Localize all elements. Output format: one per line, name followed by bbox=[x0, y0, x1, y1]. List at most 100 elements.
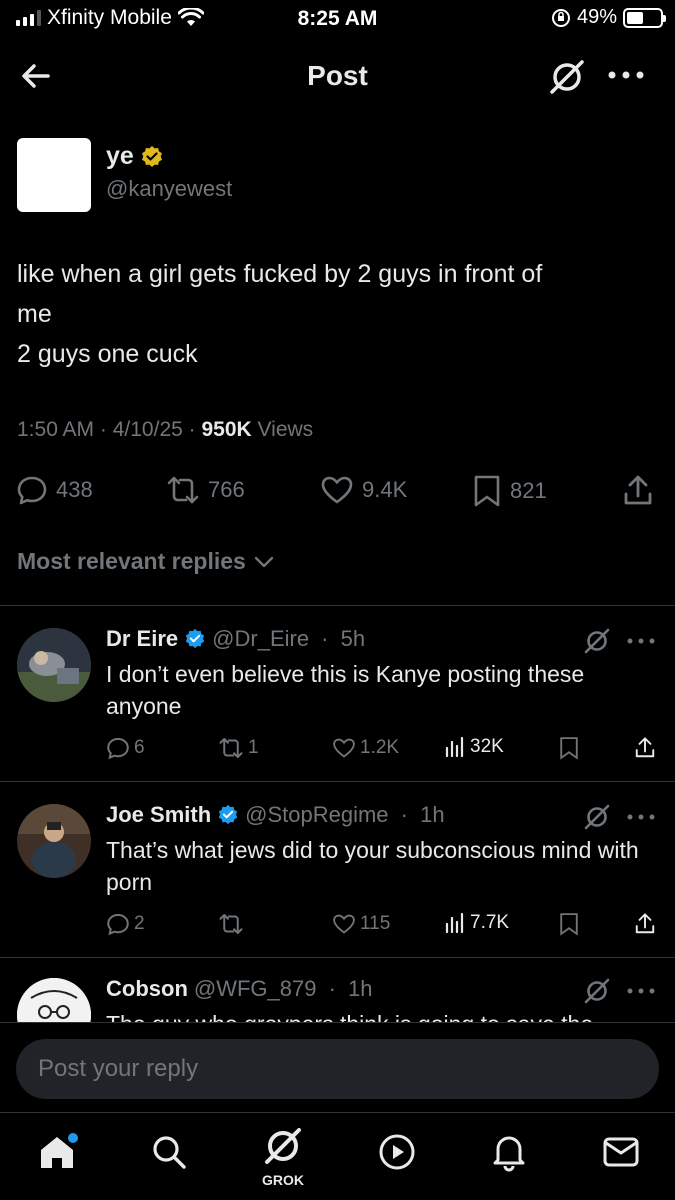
views-button[interactable]: 32K bbox=[444, 736, 504, 758]
reply-actions: 2 115 7.7K bbox=[0, 912, 675, 942]
post-text: like when a girl gets fucked by 2 guys i… bbox=[17, 254, 647, 374]
post-date: 4/10/25 bbox=[112, 418, 183, 441]
chevron-down-icon bbox=[254, 556, 274, 567]
like-button[interactable]: 115 bbox=[332, 912, 390, 936]
avatar-image bbox=[17, 628, 91, 702]
more-icon[interactable] bbox=[626, 636, 656, 646]
like-button[interactable]: 1.2K bbox=[332, 736, 399, 760]
like-count: 115 bbox=[360, 913, 391, 934]
heart-icon bbox=[321, 476, 353, 504]
back-arrow-icon[interactable] bbox=[18, 58, 54, 94]
more-icon[interactable] bbox=[626, 986, 656, 996]
reply-button[interactable]: 2 bbox=[106, 912, 145, 936]
reply-author-handle[interactable]: @StopRegime bbox=[245, 802, 388, 828]
views-count: 32K bbox=[470, 736, 504, 757]
reply-author-name[interactable]: Joe Smith bbox=[106, 802, 211, 828]
reply-icon bbox=[107, 738, 129, 760]
reply-item[interactable]: Dr Eire @Dr_Eire · 5h I don’t even belie… bbox=[0, 606, 675, 782]
bell-icon bbox=[493, 1136, 525, 1172]
repost-icon bbox=[219, 738, 243, 758]
reply-item[interactable]: Joe Smith @StopRegime · 1h That’s what j… bbox=[0, 782, 675, 958]
reply-icon bbox=[17, 476, 47, 505]
meta-separator: · bbox=[182, 418, 202, 441]
nav-home[interactable] bbox=[32, 1127, 82, 1177]
sort-replies-dropdown[interactable]: Most relevant replies bbox=[17, 548, 276, 575]
header: Post bbox=[0, 40, 675, 112]
nav-video[interactable] bbox=[372, 1127, 422, 1177]
avatar[interactable] bbox=[17, 804, 91, 878]
post-text-line: like when a girl gets fucked by 2 guys i… bbox=[17, 260, 543, 288]
share-icon bbox=[635, 737, 655, 758]
avatar[interactable] bbox=[17, 978, 91, 1022]
reply-author-name[interactable]: Cobson bbox=[106, 976, 188, 1002]
share-icon bbox=[624, 475, 652, 505]
grok-icon[interactable] bbox=[546, 56, 588, 98]
repost-icon bbox=[167, 476, 199, 504]
reply-time: 1h bbox=[420, 802, 445, 827]
search-icon bbox=[153, 1136, 186, 1169]
verified-blue-icon bbox=[185, 628, 205, 649]
bottom-nav bbox=[0, 1112, 675, 1200]
heart-icon bbox=[333, 914, 355, 934]
sort-label: Most relevant replies bbox=[17, 548, 246, 574]
reply-time: 1h bbox=[348, 976, 373, 1001]
status-bar: Xfinity Mobile 8:25 AM 49% bbox=[0, 0, 675, 40]
reply-author-handle[interactable]: @Dr_Eire bbox=[212, 626, 309, 652]
bookmark-button[interactable]: 821 bbox=[472, 474, 547, 508]
like-button[interactable]: 9.4K bbox=[320, 474, 407, 506]
views-count: 7.7K bbox=[470, 912, 510, 933]
grok-icon[interactable] bbox=[582, 626, 612, 656]
reply-author-handle[interactable]: @WFG_879 bbox=[194, 976, 317, 1002]
reply-count: 2 bbox=[134, 913, 145, 934]
grok-icon[interactable] bbox=[582, 802, 612, 832]
reply-actions: 6 1 1.2K 32K bbox=[0, 736, 675, 766]
battery-level bbox=[627, 11, 643, 24]
reply-text: The guy who groypers think is going to s… bbox=[106, 1008, 656, 1022]
grok-icon[interactable] bbox=[582, 976, 612, 1006]
reply-author-name[interactable]: Dr Eire bbox=[106, 626, 178, 652]
repost-button[interactable]: 766 bbox=[166, 474, 245, 506]
nav-messages[interactable] bbox=[596, 1127, 646, 1177]
like-count: 9.4K bbox=[362, 477, 408, 502]
share-button[interactable] bbox=[634, 912, 656, 936]
reply-button[interactable]: 438 bbox=[16, 474, 93, 506]
battery-icon bbox=[623, 7, 666, 28]
share-button[interactable] bbox=[622, 474, 654, 508]
repost-button[interactable]: 1 bbox=[218, 736, 259, 760]
repost-count: 1 bbox=[248, 737, 259, 758]
reply-button[interactable]: 6 bbox=[106, 736, 145, 760]
repost-button[interactable] bbox=[218, 912, 244, 936]
reply-count: 6 bbox=[134, 737, 145, 758]
nav-grok[interactable] bbox=[258, 1121, 308, 1171]
reply-text: That’s what jews did to your subconsciou… bbox=[106, 837, 639, 895]
meta-separator: · bbox=[322, 976, 343, 1001]
post-meta: 1:50 AM · 4/10/25 · 950K Views bbox=[17, 418, 313, 442]
meta-separator: · bbox=[315, 626, 335, 651]
author-handle[interactable]: @kanyewest bbox=[106, 176, 232, 202]
reply-time: 5h bbox=[340, 626, 366, 651]
share-button[interactable] bbox=[634, 736, 656, 760]
bookmark-button[interactable] bbox=[558, 736, 580, 760]
bookmark-icon bbox=[560, 737, 578, 760]
bookmark-button[interactable] bbox=[558, 912, 580, 936]
more-icon[interactable] bbox=[606, 68, 646, 82]
bookmark-icon bbox=[474, 475, 500, 507]
reply-count: 438 bbox=[56, 477, 93, 502]
reply-input[interactable] bbox=[16, 1039, 659, 1099]
bookmark-count: 821 bbox=[510, 478, 547, 503]
verified-gold-icon bbox=[141, 145, 162, 167]
avatar[interactable] bbox=[17, 628, 91, 702]
like-count: 1.2K bbox=[360, 737, 400, 758]
reply-item[interactable]: Cobson @WFG_879 · 1h The guy who groyper… bbox=[0, 958, 675, 1022]
views-label: Views bbox=[257, 418, 314, 441]
nav-notifications[interactable] bbox=[484, 1127, 534, 1177]
author-name[interactable]: ye bbox=[106, 142, 134, 171]
grok-icon bbox=[265, 1128, 301, 1164]
views-button[interactable]: 7.7K bbox=[444, 912, 509, 934]
more-icon[interactable] bbox=[626, 812, 656, 822]
avatar[interactable] bbox=[17, 138, 91, 212]
post-time: 1:50 AM bbox=[17, 418, 95, 441]
reply-header: Dr Eire @Dr_Eire · 5h bbox=[106, 626, 365, 652]
mail-icon bbox=[603, 1137, 639, 1167]
nav-search[interactable] bbox=[144, 1127, 194, 1177]
